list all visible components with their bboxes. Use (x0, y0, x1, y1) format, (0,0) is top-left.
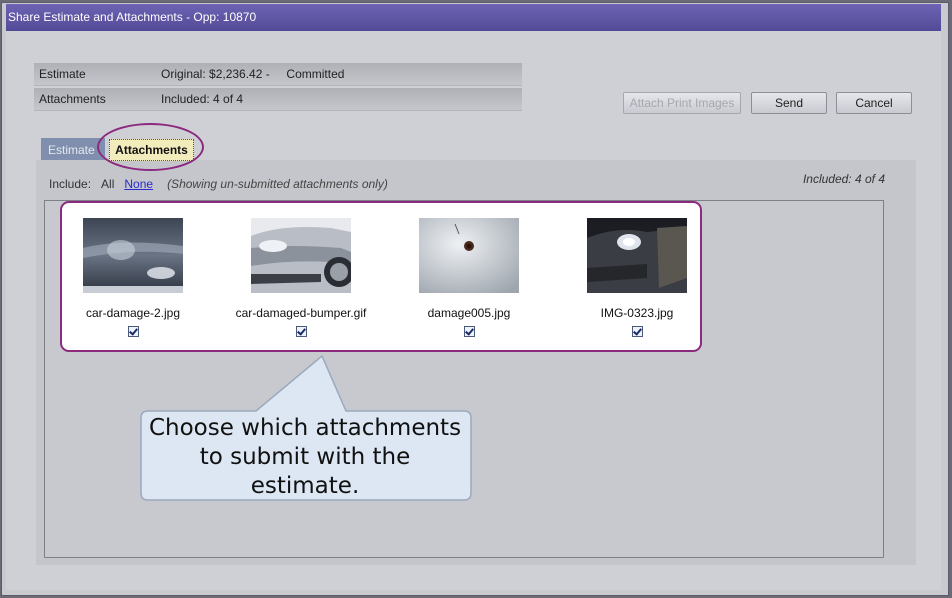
callout-line: Choose which attachments (148, 415, 462, 441)
callout-text: Choose which attachments to submit with … (139, 412, 471, 500)
callout-line: estimate. (250, 473, 360, 499)
callout-bubble (140, 354, 472, 501)
callout-line: to submit with the (199, 444, 411, 470)
